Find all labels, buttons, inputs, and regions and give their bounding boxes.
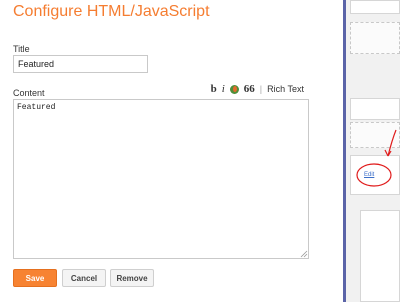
rich-text-link[interactable]: Rich Text [267, 84, 304, 94]
toolbar-separator: | [259, 84, 263, 94]
bold-icon[interactable]: b [211, 83, 217, 95]
link-icon[interactable] [229, 84, 239, 94]
title-input[interactable] [13, 55, 148, 73]
layout-box [350, 98, 400, 120]
layout-box [360, 210, 400, 302]
editor-toolbar: b i 66 | Rich Text [211, 82, 304, 96]
italic-icon[interactable]: i [222, 83, 225, 95]
cancel-button[interactable]: Cancel [62, 269, 106, 287]
content-textarea[interactable]: Featured [13, 99, 309, 259]
edit-link[interactable]: Edit [364, 172, 374, 178]
quote-icon[interactable]: 66 [244, 83, 255, 95]
layout-dashed-box [350, 122, 400, 148]
layout-dashed-box [350, 22, 400, 54]
save-button[interactable]: Save [13, 269, 57, 287]
title-label: Title [13, 44, 30, 54]
remove-button[interactable]: Remove [110, 269, 154, 287]
resize-grip-icon[interactable] [300, 250, 308, 258]
layout-box [350, 0, 400, 14]
layout-widget-box [350, 155, 400, 195]
background-layout-panel [346, 0, 400, 302]
configure-dialog: Configure HTML/JavaScript Title Content … [0, 0, 344, 302]
content-label: Content [13, 88, 45, 98]
dialog-title: Configure HTML/JavaScript [13, 3, 210, 20]
